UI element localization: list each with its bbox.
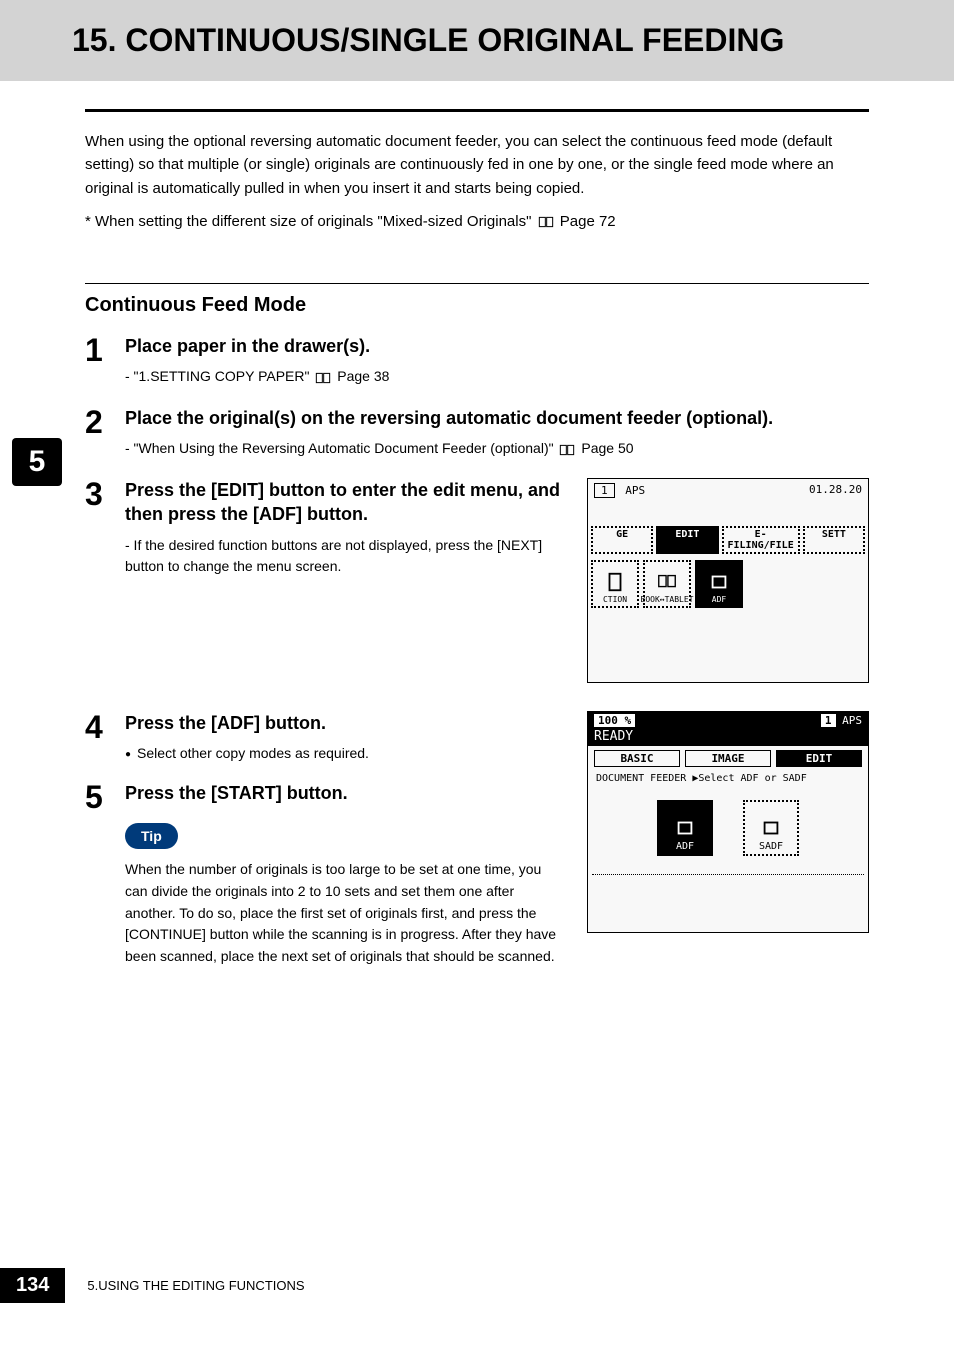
step-1: 1 Place paper in the drawer(s). - "1.SET…	[85, 334, 869, 402]
screenshot-edit-menu: 1 APS 01.28.20 GE EDIT E-FILING/FILE SET…	[587, 478, 869, 683]
step-number: 1	[85, 334, 117, 366]
note-suffix: Page 72	[560, 213, 616, 230]
icon-label: CTION	[603, 595, 627, 604]
steps-left: 4 Press the [ADF] button. Select other c…	[85, 711, 567, 972]
scr1-icons: CTION BOOK↔TABLET ADF	[588, 556, 868, 612]
sadf-icon	[760, 817, 782, 839]
opt-label: SADF	[759, 841, 783, 852]
count-box: 1	[594, 483, 615, 498]
bottom-divider	[592, 874, 864, 875]
step-content: Press the [START] button. Tip When the n…	[117, 781, 567, 968]
step-3-left: 3 Press the [EDIT] button to enter the e…	[85, 478, 567, 683]
icon-label: BOOK↔TABLET	[641, 595, 694, 604]
main-content: When using the optional reversing automa…	[0, 109, 954, 972]
intro-paragraph: When using the optional reversing automa…	[85, 130, 869, 200]
step-title: Press the [START] button.	[125, 781, 567, 805]
scr2-header: 100 % 1 APS	[588, 712, 868, 729]
scr1-topbar: 1 APS 01.28.20	[588, 479, 868, 502]
scr2-left: 100 %	[594, 714, 635, 727]
scr2-sublabel: DOCUMENT FEEDER ▶Select ADF or SADF	[588, 771, 868, 786]
subnote-suffix: Page 50	[581, 440, 633, 456]
opt-label: ADF	[676, 841, 694, 852]
note-prefix: * When setting the different size of ori…	[85, 213, 536, 230]
step-title: Press the [EDIT] button to enter the edi…	[125, 478, 567, 527]
step-5: 5 Press the [START] button. Tip When the…	[85, 781, 567, 968]
tip-badge: Tip	[125, 823, 178, 849]
footer-chapter: 5.USING THE EDITING FUNCTIONS	[87, 1278, 304, 1293]
book-icon	[538, 216, 554, 228]
tab-ge[interactable]: GE	[591, 526, 653, 554]
section-divider	[85, 283, 869, 284]
book-tablet-icon	[656, 571, 678, 593]
page-icon	[604, 571, 626, 593]
step-3-row: 3 Press the [EDIT] button to enter the e…	[85, 478, 869, 683]
scr2-options: ADF SADF	[588, 800, 868, 856]
tab-sett[interactable]: SETT	[803, 526, 865, 554]
title-bar: 15. CONTINUOUS/SINGLE ORIGINAL FEEDING	[0, 0, 954, 81]
step-number: 5	[85, 781, 117, 813]
tab-edit[interactable]: EDIT	[776, 750, 862, 767]
scr2-tabs: BASIC IMAGE EDIT	[588, 746, 868, 771]
step-bullet: Select other copy modes as required.	[125, 743, 567, 765]
intro-note: * When setting the different size of ori…	[85, 210, 869, 233]
step-3: 3 Press the [EDIT] button to enter the e…	[85, 478, 567, 592]
step-4: 4 Press the [ADF] button. Select other c…	[85, 711, 567, 777]
icon-adf[interactable]: ADF	[695, 560, 743, 608]
step-number: 4	[85, 711, 117, 743]
scr1-time: 01.28.20	[809, 483, 862, 498]
ready-label: READY	[588, 729, 868, 746]
divider	[85, 109, 869, 112]
book-icon	[559, 444, 575, 456]
tab-edit[interactable]: EDIT	[656, 526, 718, 554]
tab-image[interactable]: IMAGE	[685, 750, 771, 767]
adf-icon	[674, 817, 696, 839]
screenshot-1: 1 APS 01.28.20 GE EDIT E-FILING/FILE SET…	[587, 478, 869, 683]
option-sadf[interactable]: SADF	[743, 800, 799, 856]
step-content: Place paper in the drawer(s). - "1.SETTI…	[117, 334, 869, 402]
step-subnote: - If the desired function buttons are no…	[125, 535, 567, 578]
adf-icon	[708, 571, 730, 593]
icon-label: ADF	[712, 595, 726, 604]
step-title: Place paper in the drawer(s).	[125, 334, 869, 358]
step-content: Place the original(s) on the reversing a…	[117, 406, 869, 474]
tab-efiling[interactable]: E-FILING/FILE	[722, 526, 800, 554]
step-2: 2 Place the original(s) on the reversing…	[85, 406, 869, 474]
step-subnote: - "1.SETTING COPY PAPER" Page 38	[125, 366, 869, 388]
icon-book-tablet[interactable]: BOOK↔TABLET	[643, 560, 691, 608]
step-title: Place the original(s) on the reversing a…	[125, 406, 869, 430]
step-4-5-row: 4 Press the [ADF] button. Select other c…	[85, 711, 869, 972]
step-content: Press the [ADF] button. Select other cop…	[117, 711, 567, 777]
step-title: Press the [ADF] button.	[125, 711, 567, 735]
page-title: 15. CONTINUOUS/SINGLE ORIGINAL FEEDING	[72, 22, 954, 59]
subnote-prefix: - "When Using the Reversing Automatic Do…	[125, 440, 557, 456]
step-subnote: - "When Using the Reversing Automatic Do…	[125, 438, 869, 460]
page-footer: 134 5.USING THE EDITING FUNCTIONS	[0, 1268, 305, 1303]
step-number: 3	[85, 478, 117, 510]
chapter-side-tab: 5	[12, 438, 62, 486]
tip-text: When the number of originals is too larg…	[125, 859, 565, 967]
option-adf[interactable]: ADF	[657, 800, 713, 856]
page-number: 134	[0, 1268, 65, 1303]
aps-label: APS	[842, 714, 862, 727]
aps-label: APS	[625, 484, 645, 497]
tab-basic[interactable]: BASIC	[594, 750, 680, 767]
scr1-count-aps: 1 APS	[594, 483, 645, 498]
screenshot-2: 100 % 1 APS READY BASIC IMAGE EDIT DOCUM…	[587, 711, 869, 933]
scr1-tabs: GE EDIT E-FILING/FILE SETT	[588, 524, 868, 556]
subnote-prefix: - "1.SETTING COPY PAPER"	[125, 368, 313, 384]
count-box: 1	[821, 714, 836, 727]
scr2-right: 1 APS	[821, 714, 862, 727]
screenshot-adf-select: 100 % 1 APS READY BASIC IMAGE EDIT DOCUM…	[587, 711, 869, 972]
book-icon	[315, 372, 331, 384]
subnote-suffix: Page 38	[337, 368, 389, 384]
icon-ction[interactable]: CTION	[591, 560, 639, 608]
section-heading: Continuous Feed Mode	[85, 294, 869, 322]
step-number: 2	[85, 406, 117, 438]
step-content: Press the [EDIT] button to enter the edi…	[117, 478, 567, 592]
percent-box: 100 %	[594, 714, 635, 727]
